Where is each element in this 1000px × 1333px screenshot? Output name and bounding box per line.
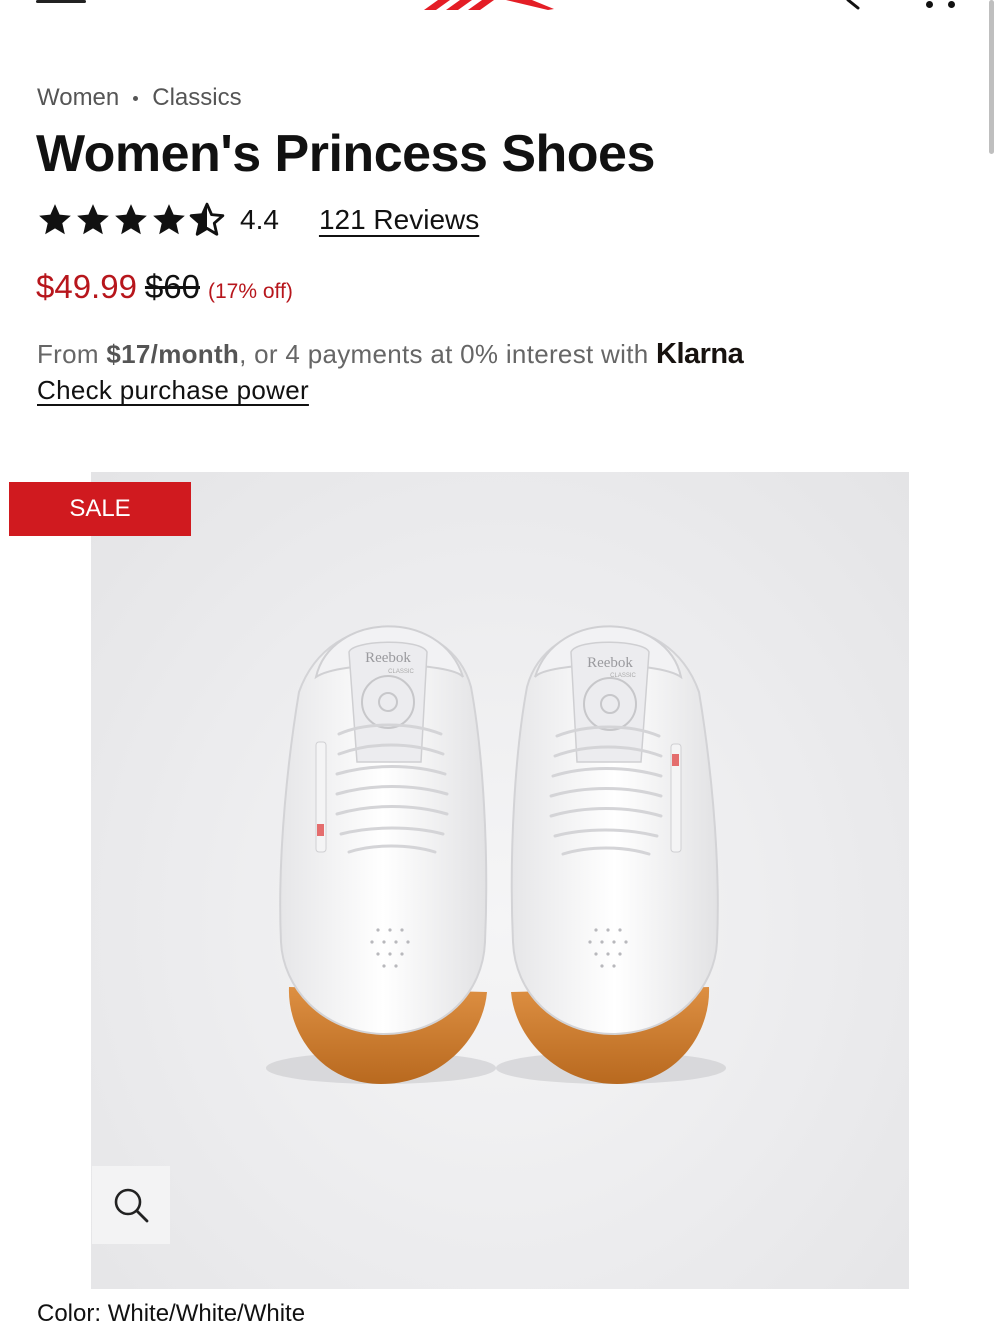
reviews-link[interactable]: 121 Reviews (319, 204, 479, 236)
shoe-illustration: Reebok CLASSIC Reebok CLASSIC (266, 625, 726, 1084)
star-icon (77, 204, 109, 235)
product-title: Women's Princess Shoes (36, 125, 655, 183)
star-icon (39, 204, 71, 235)
reebok-logo[interactable] (420, 0, 560, 10)
klarna-financing: From $17/month, or 4 payments at 0% inte… (37, 336, 744, 408)
rating-row: 4.4 121 Reviews (36, 198, 479, 242)
shoe-brand-text: Reebok (365, 650, 411, 666)
shoe-sub-text: CLASSIC (388, 669, 414, 675)
original-price: $60 (144, 268, 200, 305)
top-navigation-bar (0, 0, 1000, 154)
check-purchase-power-link[interactable]: Check purchase power (37, 372, 743, 408)
klarna-prefix: From (37, 339, 107, 369)
half-star-icon (189, 202, 225, 236)
price-row: $49.99 $60 (17% off) (36, 268, 293, 306)
star-icon (153, 204, 185, 235)
rating-value: 4.4 (240, 204, 279, 235)
shoe-brand-text-right: Reebok (587, 655, 633, 671)
klarna-amount: $17/month (106, 339, 240, 369)
zoom-button[interactable] (92, 1166, 170, 1244)
more-icon[interactable] (922, 0, 962, 10)
klarna-suffix: , or 4 payments at 0% interest with (239, 339, 656, 369)
breadcrumb-classics[interactable]: Classics (152, 84, 241, 112)
breadcrumb-women[interactable]: Women (37, 84, 119, 112)
menu-icon[interactable] (36, 0, 86, 3)
star-rating (36, 201, 226, 239)
discount-label: (17% off) (208, 280, 293, 303)
color-label: Color: White/White/White (37, 1300, 306, 1327)
search-icon[interactable] (836, 0, 866, 10)
scrollbar[interactable] (989, 0, 994, 154)
sale-price: $49.99 (36, 268, 137, 305)
zoom-icon (114, 1188, 149, 1223)
klarna-logo: Klarna (656, 338, 744, 370)
product-image[interactable]: Reebok CLASSIC Reebok CLASSIC (91, 472, 909, 1289)
breadcrumb: Women Classics (37, 84, 242, 112)
star-icon (115, 204, 147, 235)
sale-badge: SALE (9, 482, 191, 536)
product-page: Women Classics Women's Princess Shoes 4.… (0, 0, 1000, 1333)
breadcrumb-separator (133, 95, 139, 101)
